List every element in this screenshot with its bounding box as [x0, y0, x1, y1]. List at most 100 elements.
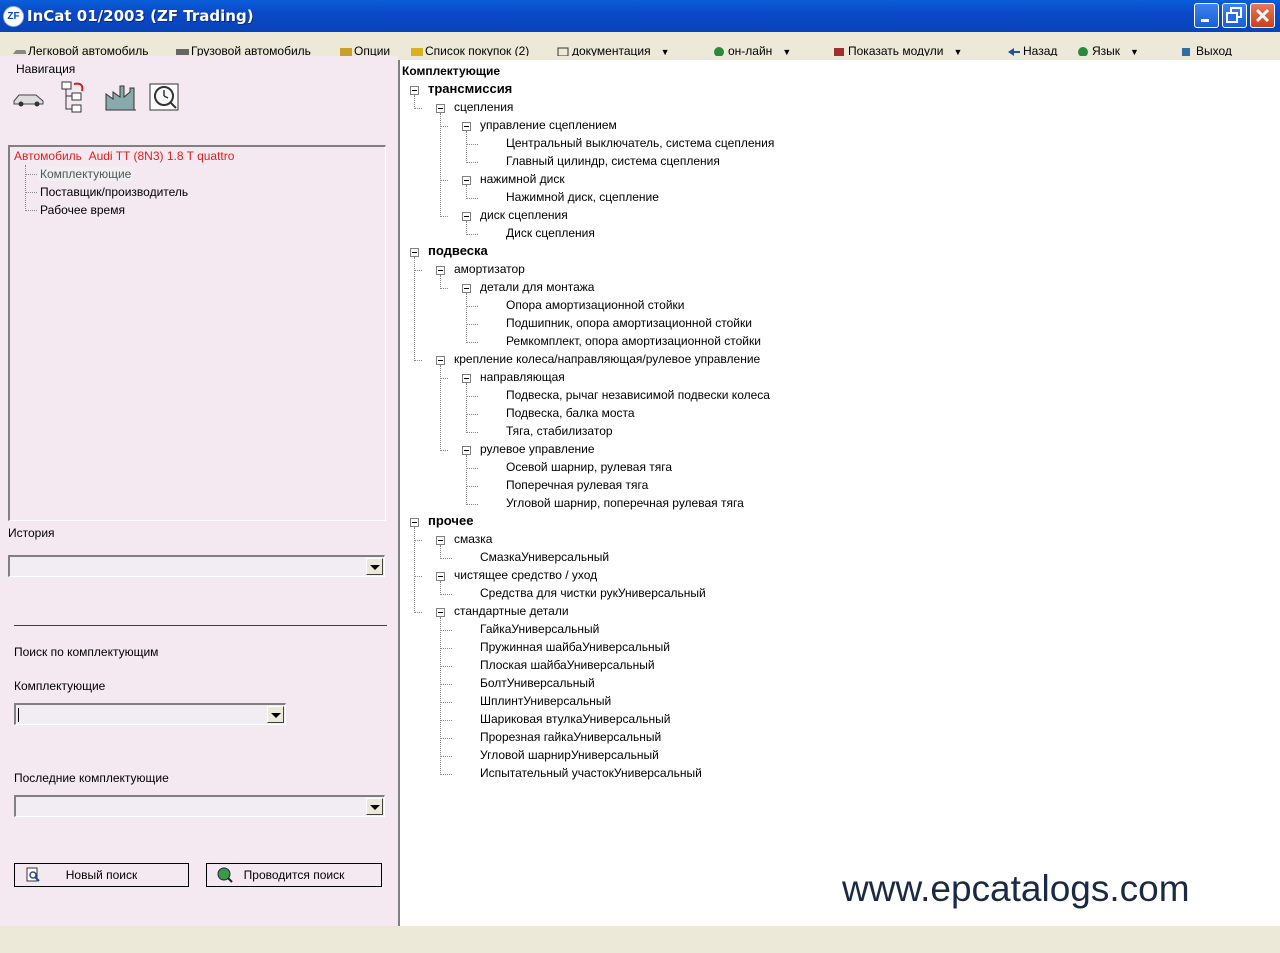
dropdown-arrow-icon[interactable]: [267, 706, 284, 723]
collapse-toggle-icon[interactable]: [436, 536, 445, 545]
tree-branch-node[interactable]: диск сцепления: [480, 208, 568, 222]
tree-leaf-node[interactable]: Плоская шайбаУниверсальный: [480, 658, 655, 672]
history-label: История: [8, 526, 55, 540]
modules-icon: [834, 47, 844, 56]
tree-branch-node[interactable]: амортизатор: [454, 262, 525, 276]
tree-leaf-node[interactable]: Угловой шарнирУниверсальный: [480, 748, 659, 762]
tree-leaf-node[interactable]: Главный цилиндр, система сцепления: [506, 154, 720, 168]
collapse-toggle-icon[interactable]: [462, 212, 471, 221]
tree-guide-line: [440, 648, 452, 649]
history-select[interactable]: [8, 555, 385, 577]
shopping-list-icon: [411, 47, 423, 56]
collapse-toggle-icon[interactable]: [410, 86, 419, 95]
menu-truck[interactable]: Грузовой автомобиль: [175, 44, 311, 56]
tree-branch-node[interactable]: чистящее средство / уход: [454, 568, 597, 582]
tree-branch-node[interactable]: сцепления: [454, 100, 513, 114]
factory-icon[interactable]: [104, 80, 138, 114]
tree-leaf-node[interactable]: Осевой шарнир, рулевая тяга: [506, 460, 672, 474]
dropdown-arrow-icon[interactable]: [366, 798, 383, 815]
menu-documentation[interactable]: документация ▼: [556, 44, 670, 56]
collapse-toggle-icon[interactable]: [410, 248, 419, 257]
tree-guide-line: [466, 131, 467, 163]
nav-item-supplier[interactable]: Поставщик/производитель: [40, 185, 188, 199]
tree-branch-node[interactable]: смазка: [454, 532, 492, 546]
clock-search-icon[interactable]: [148, 80, 182, 114]
tree-guide-line: [466, 293, 467, 343]
collapse-toggle-icon[interactable]: [436, 104, 445, 113]
tree-branch-node[interactable]: детали для монтажа: [480, 280, 594, 294]
menu-show-modules[interactable]: Показать модули ▼: [832, 44, 962, 56]
tree-leaf-node[interactable]: БолтУниверсальный: [480, 676, 595, 690]
tree-branch-node[interactable]: рулевое управление: [480, 442, 595, 456]
menu-online[interactable]: он-лайн ▼: [712, 44, 791, 56]
tree-leaf-node[interactable]: Испытательный участокУниверсальный: [480, 766, 702, 780]
collapse-toggle-icon[interactable]: [462, 122, 471, 131]
close-button[interactable]: [1250, 3, 1275, 28]
tree-leaf-node[interactable]: Прорезная гайкаУниверсальный: [480, 730, 661, 744]
collapse-toggle-icon[interactable]: [462, 446, 471, 455]
tree-guide-line: [440, 756, 452, 757]
collapse-toggle-icon[interactable]: [462, 176, 471, 185]
tree-guide-line: [440, 558, 452, 559]
new-search-button[interactable]: Новый поиск: [14, 863, 189, 887]
tree-guide-line: [440, 630, 452, 631]
tree-guide-line: [440, 545, 441, 559]
minimize-button[interactable]: [1194, 3, 1219, 28]
tree-guide-line: [440, 666, 452, 667]
recent-components-select[interactable]: [14, 795, 385, 817]
tree-leaf-node[interactable]: Нажимной диск, сцепление: [506, 190, 659, 204]
menu-passenger-car[interactable]: Легковой автомобиль: [12, 44, 149, 56]
vehicle-root-node[interactable]: Автомобиль Audi TT (8N3) 1.8 T quattro: [14, 149, 234, 163]
documentation-icon: [557, 47, 569, 56]
tree-leaf-node[interactable]: Центральный выключатель, система сцеплен…: [506, 136, 774, 150]
tree-leaf-node[interactable]: Тяга, стабилизатор: [506, 424, 613, 438]
collapse-toggle-icon[interactable]: [436, 608, 445, 617]
menu-shopping-list[interactable]: Список покупок (2): [409, 44, 529, 56]
collapse-toggle-icon[interactable]: [462, 374, 471, 383]
tree-branch-node[interactable]: крепление колеса/направляющая/рулевое уп…: [454, 352, 760, 366]
tree-branch-node[interactable]: нажимной диск: [480, 172, 565, 186]
tree-leaf-node[interactable]: Подвеска, рычаг независимой подвески кол…: [506, 388, 770, 402]
tree-guide-line: [466, 198, 478, 199]
collapse-toggle-icon[interactable]: [410, 518, 419, 527]
tree-guide-line: [466, 185, 467, 199]
tree-leaf-node[interactable]: ГайкаУниверсальный: [480, 622, 599, 636]
tree-leaf-node[interactable]: Ремкомплект, опора амортизационной стойк…: [506, 334, 761, 348]
component-search-input[interactable]: [14, 703, 286, 725]
run-search-button[interactable]: Проводится поиск: [206, 863, 382, 887]
title-bar[interactable]: ZF InCat 01/2003 (ZF Trading): [0, 0, 1280, 32]
collapse-toggle-icon[interactable]: [462, 284, 471, 293]
tree-leaf-node[interactable]: Опора амортизационной стойки: [506, 298, 684, 312]
collapse-toggle-icon[interactable]: [436, 356, 445, 365]
tree-leaf-node[interactable]: Подшипник, опора амортизационной стойки: [506, 316, 752, 330]
nav-item-components[interactable]: Комплектующие: [38, 167, 134, 181]
collapse-toggle-icon[interactable]: [436, 266, 445, 275]
tree-leaf-node[interactable]: Диск сцепления: [506, 226, 595, 240]
tree-leaf-node[interactable]: Поперечная рулевая тяга: [506, 478, 648, 492]
maximize-button[interactable]: [1222, 3, 1247, 28]
tree-leaf-node[interactable]: Угловой шарнир, поперечная рулевая тяга: [506, 496, 744, 510]
component-tree-icon[interactable]: [58, 80, 92, 114]
tree-leaf-node[interactable]: ШплинтУниверсальный: [480, 694, 611, 708]
tree-branch-node[interactable]: стандартные детали: [454, 604, 569, 618]
tree-branch-node[interactable]: управление сцеплением: [480, 118, 617, 132]
tree-branch-node[interactable]: трансмиссия: [428, 81, 512, 96]
car-icon[interactable]: [12, 80, 46, 114]
tree-leaf-node[interactable]: Шариковая втулкаУниверсальный: [480, 712, 670, 726]
menu-language[interactable]: Язык ▼: [1076, 44, 1139, 56]
tree-guide-line: [466, 383, 467, 433]
menu-options[interactable]: Опции: [338, 44, 390, 56]
tree-leaf-node[interactable]: Средства для чистки рукУниверсальный: [480, 586, 706, 600]
collapse-toggle-icon[interactable]: [436, 572, 445, 581]
tree-branch-node[interactable]: подвеска: [428, 243, 488, 258]
tree-leaf-node[interactable]: Подвеска, балка моста: [506, 406, 635, 420]
nav-item-labor-time[interactable]: Рабочее время: [40, 203, 125, 217]
dropdown-arrow-icon[interactable]: [366, 558, 383, 575]
tree-guide-line: [466, 396, 478, 397]
tree-branch-node[interactable]: прочее: [428, 513, 473, 528]
tree-branch-node[interactable]: направляющая: [480, 370, 565, 384]
tree-leaf-node[interactable]: СмазкаУниверсальный: [480, 550, 609, 564]
tree-leaf-node[interactable]: Пружинная шайбаУниверсальный: [480, 640, 670, 654]
menu-back[interactable]: Назад: [1007, 44, 1057, 56]
menu-exit[interactable]: Выход: [1180, 44, 1232, 56]
